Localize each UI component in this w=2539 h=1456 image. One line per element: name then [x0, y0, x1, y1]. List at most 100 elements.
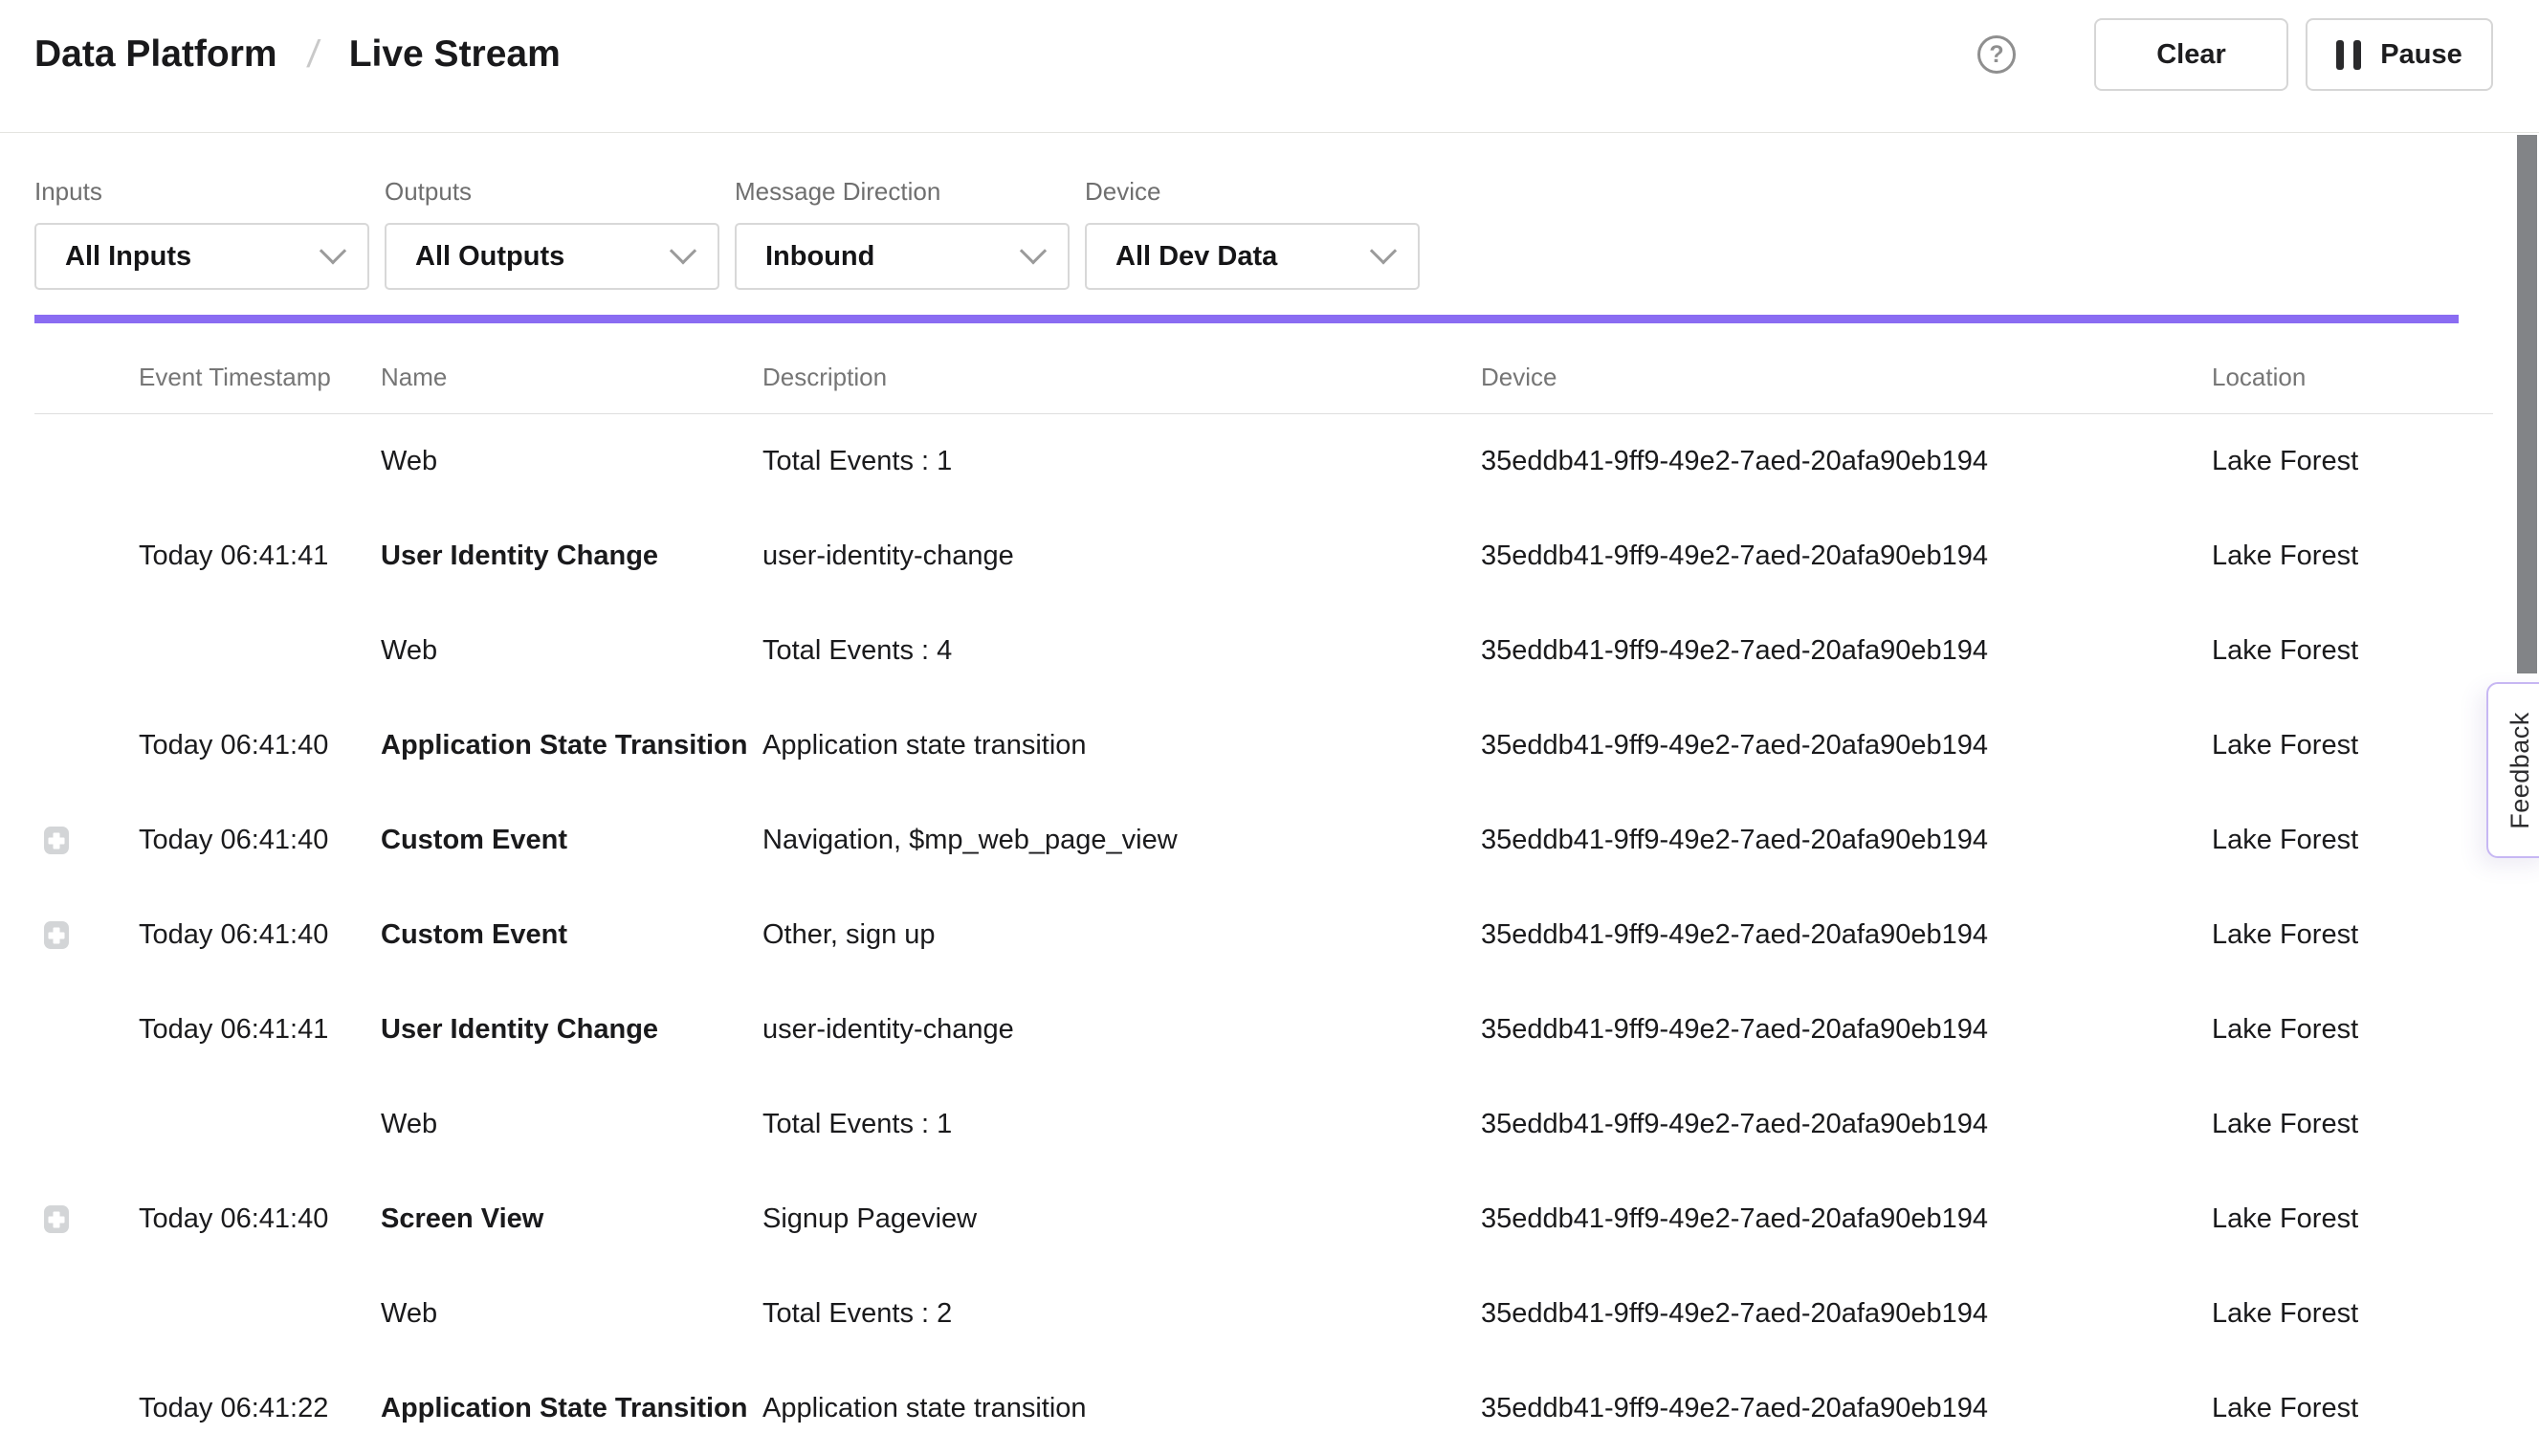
cell-description: Total Events : 1 [762, 1109, 1481, 1140]
inputs-dropdown[interactable]: All Inputs [34, 223, 369, 290]
clear-button[interactable]: Clear [2094, 18, 2288, 91]
batch-row[interactable]: WebTotal Events : 135eddb41-9ff9-49e2-7a… [34, 414, 2493, 509]
filter-message-direction-label: Message Direction [735, 177, 1070, 207]
cell-name: Application State Transition [381, 730, 762, 761]
table-header: Event Timestamp Name Description Device … [34, 323, 2493, 414]
column-header-description: Description [762, 363, 1481, 392]
chevron-down-icon [1020, 237, 1047, 264]
outputs-dropdown-value: All Outputs [415, 241, 564, 273]
table-body: WebTotal Events : 135eddb41-9ff9-49e2-7a… [34, 414, 2493, 1456]
filter-device-label: Device [1085, 177, 1420, 207]
batch-row[interactable]: WebTotal Events : 135eddb41-9ff9-49e2-7a… [34, 1077, 2493, 1172]
cell-description: Application state transition [762, 730, 1481, 761]
event-row[interactable]: Today 06:41:40Screen ViewSignup Pageview… [34, 1172, 2493, 1267]
cell-device: 35eddb41-9ff9-49e2-7aed-20afa90eb194 [1481, 919, 2212, 951]
cell-expand [34, 1172, 139, 1267]
event-row[interactable]: Today 06:41:40Application State Transiti… [34, 698, 2493, 793]
column-header-event-timestamp: Event Timestamp [139, 363, 381, 392]
breadcrumb-current-page: Live Stream [349, 33, 561, 76]
cell-device: 35eddb41-9ff9-49e2-7aed-20afa90eb194 [1481, 1109, 2212, 1140]
pause-button[interactable]: Pause [2306, 18, 2493, 91]
pause-button-label: Pause [2380, 39, 2462, 71]
filter-device: Device All Dev Data [1085, 177, 1420, 290]
cell-location: Lake Forest [2212, 1298, 2493, 1330]
cell-device: 35eddb41-9ff9-49e2-7aed-20afa90eb194 [1481, 825, 2212, 856]
cell-expand [34, 604, 139, 698]
expand-event-button[interactable] [44, 1205, 69, 1233]
live-stream-page: Data Platform / Live Stream ? Clear Paus… [0, 0, 2539, 1422]
cell-device: 35eddb41-9ff9-49e2-7aed-20afa90eb194 [1481, 1014, 2212, 1046]
cell-description: Other, sign up [762, 919, 1481, 951]
feedback-tab[interactable]: Feedback [2486, 682, 2539, 858]
filter-inputs: Inputs All Inputs [34, 177, 369, 290]
event-row[interactable]: Today 06:41:22Application State Transiti… [34, 1361, 2493, 1456]
inputs-dropdown-value: All Inputs [65, 241, 191, 273]
cell-name: Web [381, 446, 762, 477]
cell-description: user-identity-change [762, 1014, 1481, 1046]
cell-location: Lake Forest [2212, 540, 2493, 572]
outputs-dropdown[interactable]: All Outputs [385, 223, 719, 290]
cell-name: User Identity Change [381, 1014, 762, 1046]
filters-bar: Inputs All Inputs Outputs All Outputs Me… [0, 133, 2539, 290]
filter-outputs: Outputs All Outputs [385, 177, 719, 290]
column-header-location: Location [2212, 363, 2493, 392]
cell-device: 35eddb41-9ff9-49e2-7aed-20afa90eb194 [1481, 540, 2212, 572]
column-header-device: Device [1481, 363, 2212, 392]
cell-timestamp: Today 06:41:22 [139, 1393, 381, 1424]
device-dropdown[interactable]: All Dev Data [1085, 223, 1420, 290]
chevron-down-icon [320, 237, 346, 264]
help-icon[interactable]: ? [1977, 35, 2016, 74]
breadcrumb-section[interactable]: Data Platform [34, 33, 277, 76]
cell-timestamp: Today 06:41:40 [139, 1203, 381, 1235]
cell-device: 35eddb41-9ff9-49e2-7aed-20afa90eb194 [1481, 1203, 2212, 1235]
cell-name: Web [381, 635, 762, 667]
pause-icon [2336, 40, 2361, 70]
cell-name: Custom Event [381, 825, 762, 856]
message-direction-dropdown-value: Inbound [765, 241, 874, 273]
cell-expand [34, 1361, 139, 1456]
cell-location: Lake Forest [2212, 1014, 2493, 1046]
cell-device: 35eddb41-9ff9-49e2-7aed-20afa90eb194 [1481, 1298, 2212, 1330]
batch-row[interactable]: WebTotal Events : 235eddb41-9ff9-49e2-7a… [34, 1267, 2493, 1361]
cell-location: Lake Forest [2212, 635, 2493, 667]
cell-description: user-identity-change [762, 540, 1481, 572]
cell-expand [34, 1077, 139, 1172]
breadcrumb-separator-icon: / [304, 33, 320, 77]
event-row[interactable]: Today 06:41:41User Identity Changeuser-i… [34, 982, 2493, 1077]
filter-message-direction: Message Direction Inbound [735, 177, 1070, 290]
event-row[interactable]: Today 06:41:41User Identity Changeuser-i… [34, 509, 2493, 604]
cell-timestamp: Today 06:41:40 [139, 825, 381, 856]
page-header: Data Platform / Live Stream ? Clear Paus… [0, 0, 2539, 133]
expand-event-button[interactable] [44, 827, 69, 854]
cell-expand [34, 888, 139, 982]
cell-expand [34, 509, 139, 604]
cell-timestamp: Today 06:41:41 [139, 540, 381, 572]
cell-device: 35eddb41-9ff9-49e2-7aed-20afa90eb194 [1481, 730, 2212, 761]
event-row[interactable]: Today 06:41:40Custom EventOther, sign up… [34, 888, 2493, 982]
breadcrumb: Data Platform / Live Stream [34, 33, 561, 77]
cell-device: 35eddb41-9ff9-49e2-7aed-20afa90eb194 [1481, 446, 2212, 477]
cell-location: Lake Forest [2212, 1109, 2493, 1140]
device-dropdown-value: All Dev Data [1115, 241, 1277, 273]
feedback-tab-label: Feedback [2506, 712, 2535, 829]
cell-name: Web [381, 1109, 762, 1140]
cell-expand [34, 414, 139, 509]
cell-name: Custom Event [381, 919, 762, 951]
cell-expand [34, 982, 139, 1077]
cell-description: Signup Pageview [762, 1203, 1481, 1235]
cell-name: User Identity Change [381, 540, 762, 572]
batch-row[interactable]: WebTotal Events : 435eddb41-9ff9-49e2-7a… [34, 604, 2493, 698]
cell-location: Lake Forest [2212, 446, 2493, 477]
cell-timestamp: Today 06:41:40 [139, 730, 381, 761]
cell-name: Application State Transition [381, 1393, 762, 1424]
cell-timestamp: Today 06:41:40 [139, 919, 381, 951]
message-direction-dropdown[interactable]: Inbound [735, 223, 1070, 290]
vertical-scrollbar-thumb[interactable] [2517, 135, 2537, 673]
cell-description: Total Events : 1 [762, 446, 1481, 477]
events-table: Event Timestamp Name Description Device … [34, 323, 2493, 1456]
expand-event-button[interactable] [44, 921, 69, 949]
event-row[interactable]: Today 06:41:40Custom EventNavigation, $m… [34, 793, 2493, 888]
cell-description: Total Events : 2 [762, 1298, 1481, 1330]
filter-outputs-label: Outputs [385, 177, 719, 207]
header-actions: ? Clear Pause [1977, 18, 2493, 91]
